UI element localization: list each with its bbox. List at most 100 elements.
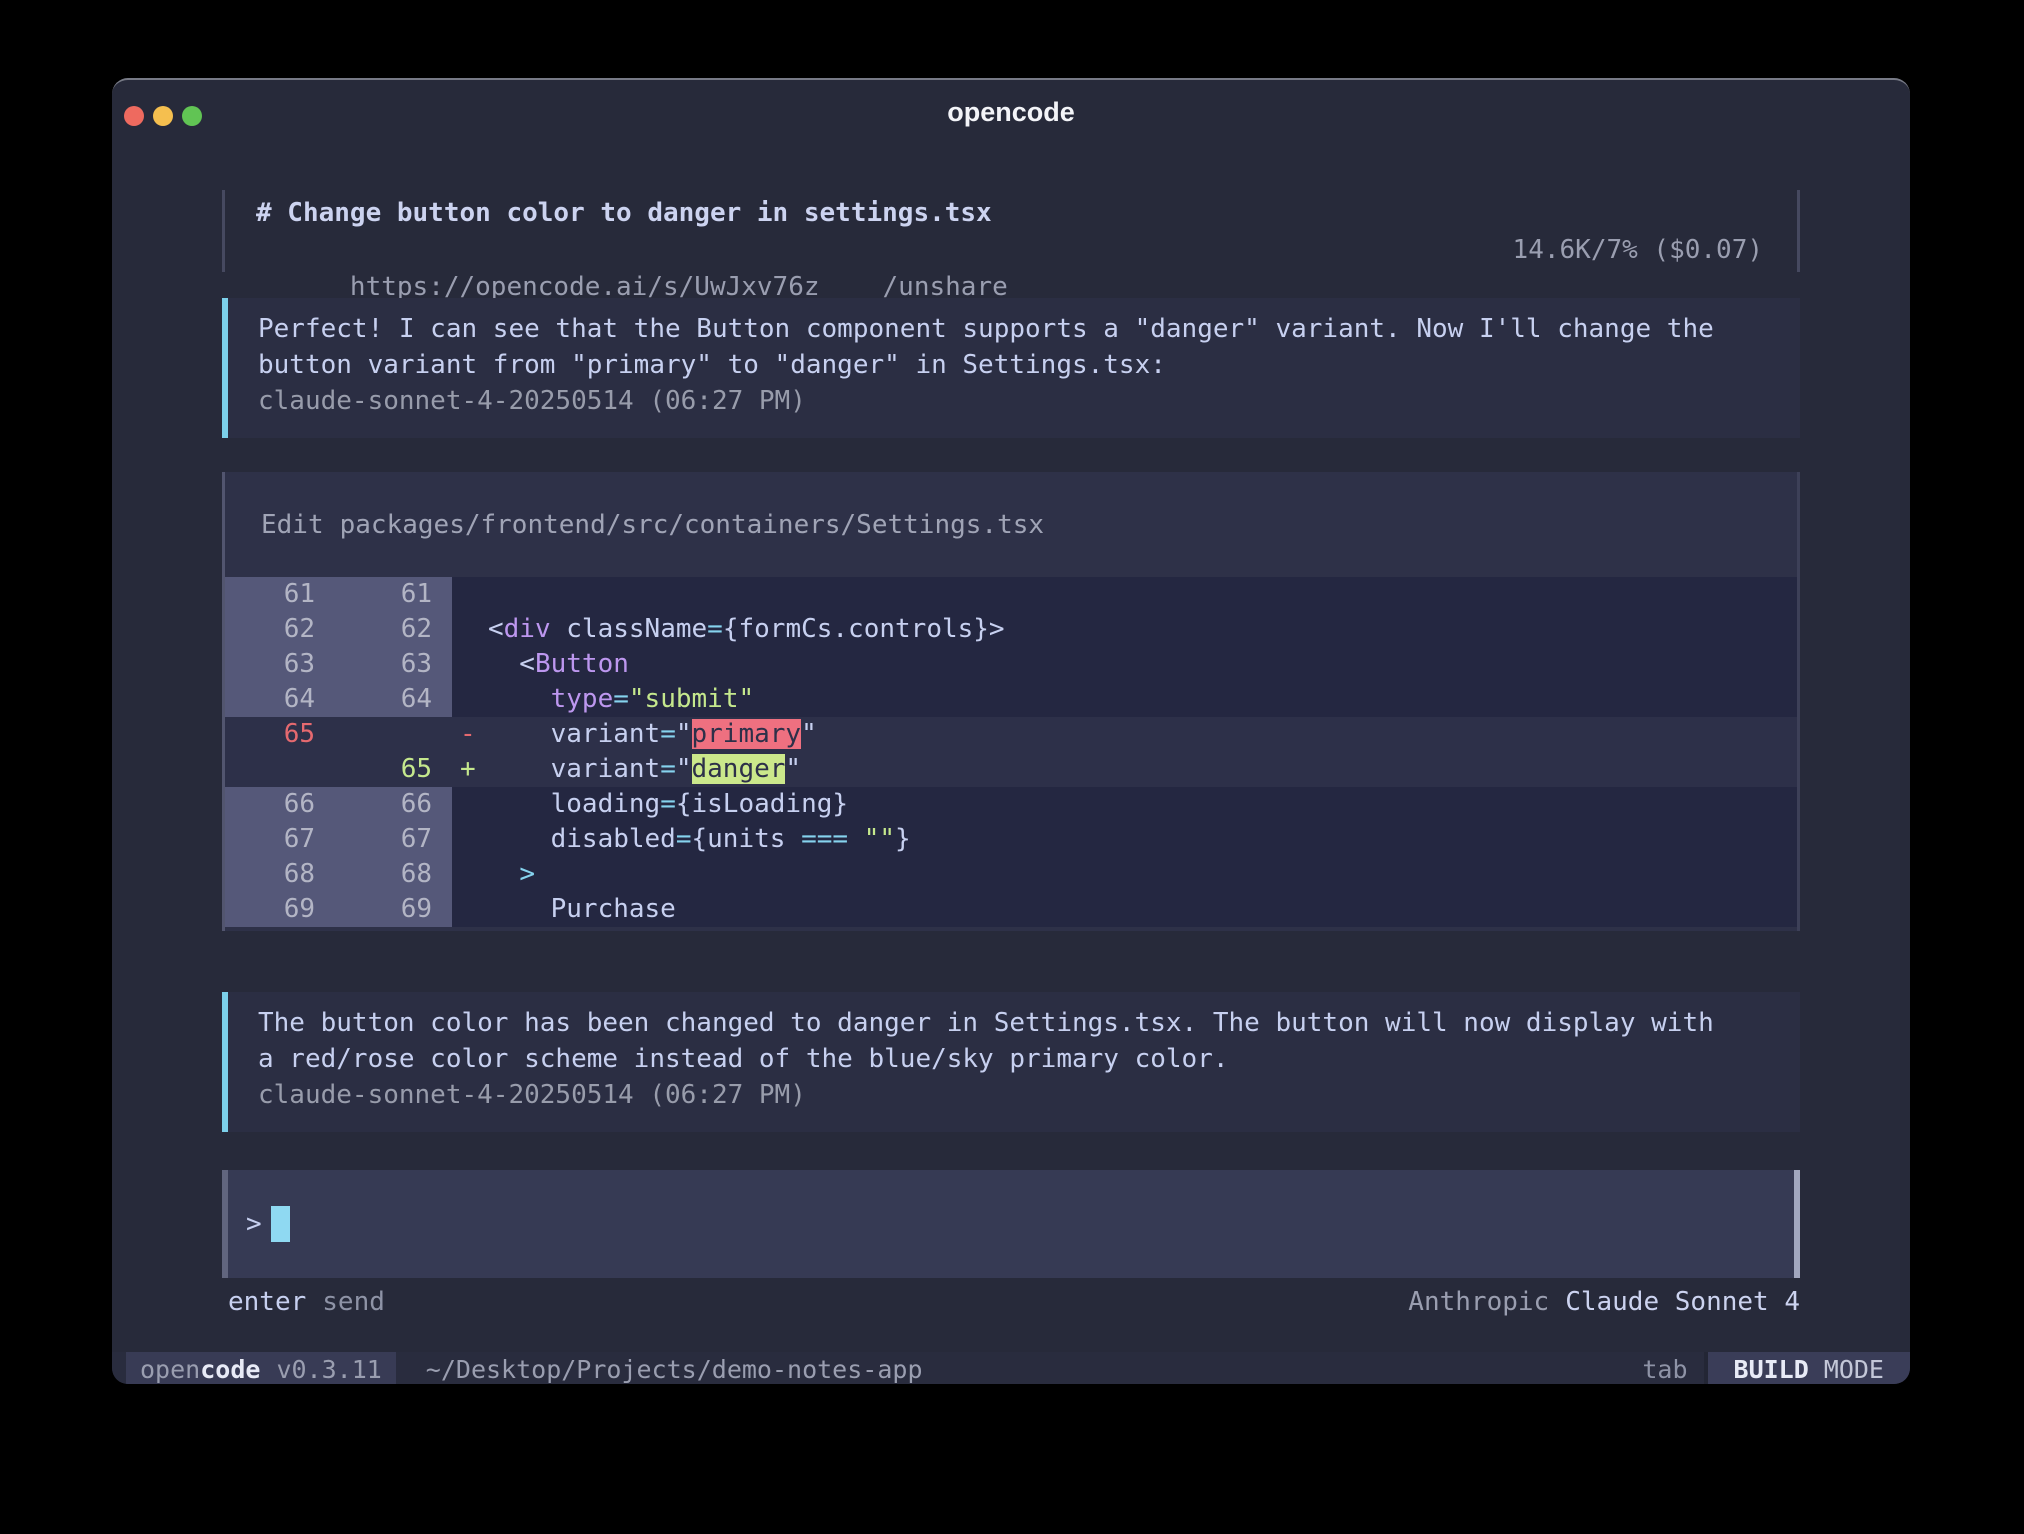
old-line-number: 65 — [225, 717, 335, 752]
model-label: Claude Sonnet 4 — [1565, 1287, 1800, 1317]
code-token: type — [551, 684, 614, 714]
message-line: The button color has been changed to dan… — [258, 1005, 1800, 1041]
old-line-number: 69 — [225, 892, 335, 927]
message-line: a red/rose color scheme instead of the b… — [258, 1041, 1800, 1077]
app-version: v0.3.11 — [276, 1355, 381, 1384]
code-token: disabled — [488, 824, 676, 854]
code-token: < — [488, 649, 535, 679]
code-line: disabled={units === ""} — [488, 822, 1797, 857]
code-token: " — [785, 754, 801, 784]
diff-row: 6363 <Button — [225, 647, 1797, 682]
opencode-window: opencode # Change button color to danger… — [112, 78, 1910, 1384]
code-token: } — [895, 824, 911, 854]
code-token: {units — [692, 824, 802, 854]
code-token — [488, 859, 519, 889]
code-token: = — [707, 614, 723, 644]
code-token: className — [551, 614, 708, 644]
code-token: = — [676, 824, 692, 854]
text-cursor — [271, 1206, 290, 1242]
app-version-badge: opencode v0.3.11 — [126, 1352, 396, 1384]
provider-label: Anthropic — [1408, 1287, 1549, 1317]
new-line-number: 69 — [335, 892, 452, 927]
edit-tool-panel: Edit packages/frontend/src/containers/Se… — [222, 472, 1800, 931]
edit-header: Edit packages/frontend/src/containers/Se… — [225, 472, 1797, 577]
code-token: " — [676, 754, 692, 784]
prompt-input[interactable]: > — [222, 1170, 1800, 1278]
code-token: div — [504, 614, 551, 644]
diff-marker — [452, 612, 488, 647]
code-token: variant — [488, 754, 660, 784]
mode-badge[interactable]: BUILD MODE — [1708, 1352, 1910, 1384]
new-line-number: 66 — [335, 787, 452, 822]
statusbar-divider — [1704, 1352, 1708, 1384]
code-token: {formCs.controls}> — [723, 614, 1005, 644]
diff-row: 6666 loading={isLoading} — [225, 787, 1797, 822]
message-line: Perfect! I can see that the Button compo… — [258, 311, 1800, 347]
diff-row: 6464 type="submit" — [225, 682, 1797, 717]
new-line-number: 62 — [335, 612, 452, 647]
diff-row: 65+ variant="danger" — [225, 752, 1797, 787]
code-token: {isLoading} — [676, 789, 848, 819]
diff-view: 61616262<div className={formCs.controls}… — [225, 577, 1797, 927]
new-line-number: 63 — [335, 647, 452, 682]
status-bar: opencode v0.3.11 ~/Desktop/Projects/demo-… — [112, 1352, 1910, 1384]
code-line: variant="primary" — [488, 717, 1797, 752]
diff-marker — [452, 577, 488, 612]
diff-marker — [452, 822, 488, 857]
window-title: opencode — [112, 94, 1910, 130]
prompt-chevron: > — [246, 1209, 262, 1239]
code-token: Purchase — [488, 894, 676, 924]
tab-key-hint[interactable]: tab — [1642, 1352, 1687, 1384]
code-token: < — [488, 614, 504, 644]
code-token: danger — [692, 754, 786, 784]
working-directory: ~/Desktop/Projects/demo-notes-app — [426, 1352, 923, 1384]
diff-marker: - — [452, 717, 488, 752]
diff-row: 6767 disabled={units === ""} — [225, 822, 1797, 857]
app-name-bold: code — [200, 1355, 260, 1384]
diff-row: 6868 > — [225, 857, 1797, 892]
old-line-number: 63 — [225, 647, 335, 682]
code-token: " — [676, 719, 692, 749]
app-name-light: open — [140, 1355, 200, 1384]
session-title: # Change button color to danger in setti… — [256, 195, 1797, 232]
code-token: "" — [864, 824, 895, 854]
code-token: loading — [488, 789, 660, 819]
diff-marker — [452, 857, 488, 892]
old-line-number: 64 — [225, 682, 335, 717]
code-line: <div className={formCs.controls}> — [488, 612, 1797, 647]
token-usage: 14.6K/7% ($0.07) — [1513, 232, 1763, 269]
code-token: === — [801, 824, 848, 854]
diff-marker: + — [452, 752, 488, 787]
send-action-label: send — [322, 1287, 385, 1317]
edit-file-path: packages/frontend/src/containers/Setting… — [340, 510, 1044, 540]
message-line: button variant from "primary" to "danger… — [258, 347, 1800, 383]
code-token: = — [660, 789, 676, 819]
new-line-number: 61 — [335, 577, 452, 612]
new-line-number: 64 — [335, 682, 452, 717]
old-line-number: 68 — [225, 857, 335, 892]
edit-action-label: Edit — [261, 510, 324, 540]
new-line-number — [335, 717, 452, 752]
old-line-number: 67 — [225, 822, 335, 857]
code-line: Purchase — [488, 892, 1797, 927]
assistant-message: The button color has been changed to dan… — [222, 992, 1800, 1132]
diff-row: 65 - variant="primary" — [225, 717, 1797, 752]
hint-row: entersend AnthropicClaude Sonnet 4 — [222, 1284, 1800, 1320]
code-token: = — [660, 754, 676, 784]
diff-row: 6969 Purchase — [225, 892, 1797, 927]
code-token: = — [613, 684, 629, 714]
new-line-number: 67 — [335, 822, 452, 857]
code-line: > — [488, 857, 1797, 892]
old-line-number — [225, 752, 335, 787]
statusbar-spacer — [923, 1352, 1643, 1384]
mode-name: BUILD — [1734, 1355, 1809, 1384]
code-line — [488, 577, 1797, 612]
diff-row: 6262<div className={formCs.controls}> — [225, 612, 1797, 647]
code-token — [848, 824, 864, 854]
code-token: > — [519, 859, 535, 889]
old-line-number: 61 — [225, 577, 335, 612]
diff-marker — [452, 647, 488, 682]
code-token — [488, 684, 551, 714]
code-token: Button — [535, 649, 629, 679]
mode-suffix: MODE — [1824, 1355, 1884, 1384]
